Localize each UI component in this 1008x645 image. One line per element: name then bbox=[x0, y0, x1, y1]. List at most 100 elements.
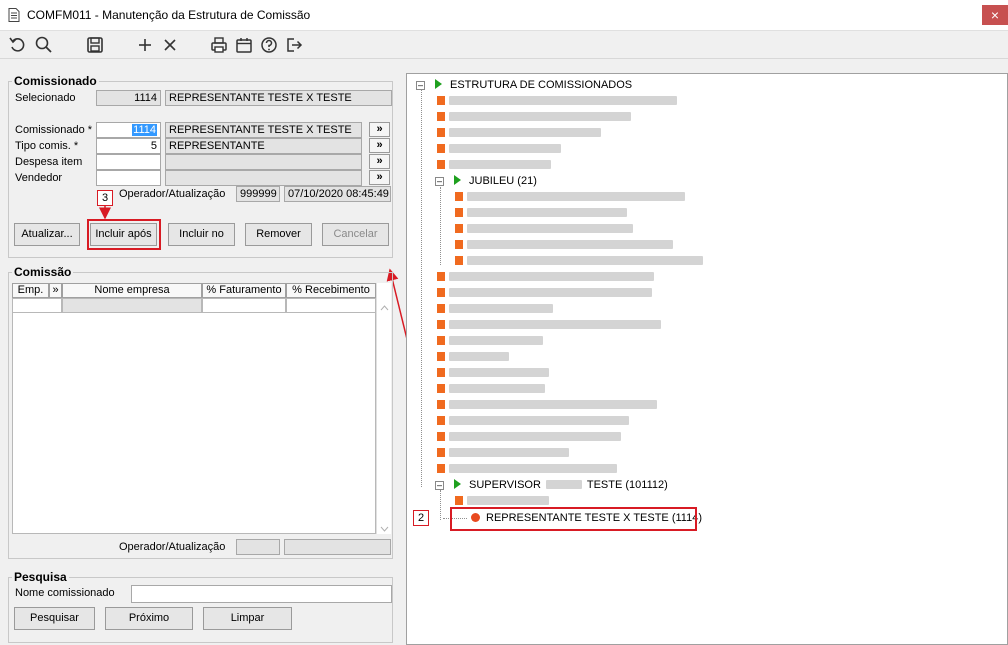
toolbar bbox=[0, 31, 1008, 59]
tipo-comis-lookup-button[interactable]: » bbox=[369, 138, 390, 153]
window-title: COMFM011 - Manutenção da Estrutura de Co… bbox=[27, 8, 311, 22]
tree-node[interactable] bbox=[437, 143, 561, 155]
tree-node[interactable] bbox=[455, 191, 685, 203]
tree-node[interactable] bbox=[437, 431, 621, 443]
tree-node[interactable] bbox=[455, 207, 627, 219]
col-recebimento[interactable]: % Recebimento bbox=[286, 283, 376, 298]
node-icon bbox=[437, 304, 445, 313]
tree-node[interactable] bbox=[437, 351, 509, 363]
close-button[interactable]: × bbox=[982, 5, 1008, 25]
tree-node-supervisor[interactable]: SUPERVISOR TESTE (101112) bbox=[454, 479, 668, 491]
comissao-operador-code bbox=[236, 539, 280, 555]
commission-tree[interactable]: – ESTRUTURA DE COMISSIONADOS – JUBILEU (… bbox=[406, 73, 1008, 645]
comissionado-name: REPRESENTANTE TESTE X TESTE bbox=[165, 122, 362, 138]
node-icon bbox=[455, 256, 463, 265]
undo-icon[interactable] bbox=[8, 35, 28, 55]
tree-node[interactable] bbox=[437, 319, 661, 331]
vendedor-name bbox=[165, 170, 362, 186]
node-icon bbox=[455, 208, 463, 217]
despesa-item-label: Despesa item bbox=[15, 156, 83, 168]
collapse-icon[interactable]: – bbox=[435, 481, 444, 490]
grid-cell-emp[interactable] bbox=[12, 298, 62, 313]
tree-node[interactable] bbox=[437, 447, 569, 459]
node-icon bbox=[437, 352, 445, 361]
tree-node[interactable] bbox=[455, 223, 633, 235]
tipo-comis-input[interactable]: 5 bbox=[96, 138, 161, 154]
comissao-operador-label: Operador/Atualização bbox=[119, 541, 226, 553]
comissionado-group-title: Comissionado bbox=[12, 74, 99, 88]
tree-node[interactable] bbox=[437, 303, 553, 315]
annotation-box-2 bbox=[450, 507, 697, 531]
tree-node[interactable] bbox=[455, 495, 549, 507]
grid-cell-nome bbox=[62, 298, 202, 313]
tree-node[interactable] bbox=[437, 415, 629, 427]
incluir-no-button[interactable]: Incluir no bbox=[168, 223, 235, 246]
proximo-button[interactable]: Próximo bbox=[105, 607, 193, 630]
search-icon[interactable] bbox=[34, 35, 54, 55]
pesquisa-group-title: Pesquisa bbox=[12, 570, 69, 584]
nome-comissionado-input[interactable] bbox=[131, 585, 392, 603]
annotation-badge-3: 3 bbox=[97, 190, 113, 206]
col-emp[interactable]: Emp. bbox=[12, 283, 49, 298]
tree-node[interactable] bbox=[455, 239, 673, 251]
atualizar-button[interactable]: Atualizar... bbox=[14, 223, 80, 246]
comissao-grid-body bbox=[12, 298, 376, 534]
vendedor-lookup-button[interactable]: » bbox=[369, 170, 390, 185]
tree-node-jubileu[interactable]: JUBILEU (21) bbox=[454, 175, 537, 187]
help-icon[interactable] bbox=[259, 35, 279, 55]
tree-node-root[interactable]: ESTRUTURA DE COMISSIONADOS bbox=[435, 79, 632, 91]
grid-scrollbar[interactable] bbox=[376, 283, 391, 534]
col-faturamento[interactable]: % Faturamento bbox=[202, 283, 286, 298]
tree-node[interactable] bbox=[437, 463, 617, 475]
tree-node-supervisor-suffix: TESTE (101112) bbox=[586, 479, 668, 491]
grid-cell-recebimento[interactable] bbox=[286, 298, 376, 313]
tree-node[interactable] bbox=[437, 367, 549, 379]
grid-cell-faturamento[interactable] bbox=[202, 298, 286, 313]
print-icon[interactable] bbox=[209, 35, 229, 55]
exit-icon[interactable] bbox=[284, 35, 304, 55]
comissionado-code-input[interactable]: 1114 bbox=[96, 122, 161, 138]
despesa-item-name bbox=[165, 154, 362, 170]
collapse-icon[interactable]: – bbox=[416, 81, 425, 90]
vendedor-input[interactable] bbox=[96, 170, 161, 186]
tree-node-jubileu-label: JUBILEU (21) bbox=[469, 175, 537, 187]
tree-node[interactable] bbox=[437, 399, 657, 411]
tree-node[interactable] bbox=[437, 287, 652, 299]
despesa-item-lookup-button[interactable]: » bbox=[369, 154, 390, 169]
operador-atualizacao-label: Operador/Atualização bbox=[119, 188, 226, 200]
node-icon bbox=[437, 448, 445, 457]
tipo-comis-name: REPRESENTANTE bbox=[165, 138, 362, 154]
node-icon bbox=[437, 320, 445, 329]
col-lookup[interactable]: » bbox=[49, 283, 62, 298]
tree-node[interactable] bbox=[437, 335, 543, 347]
node-icon bbox=[455, 224, 463, 233]
remover-button[interactable]: Remover bbox=[245, 223, 312, 246]
tree-node[interactable] bbox=[437, 159, 551, 171]
tree-node-supervisor-prefix: SUPERVISOR bbox=[469, 479, 541, 491]
node-icon bbox=[437, 288, 445, 297]
tree-node[interactable] bbox=[437, 95, 677, 107]
node-icon bbox=[455, 496, 463, 505]
node-icon bbox=[437, 416, 445, 425]
tree-node[interactable] bbox=[437, 383, 545, 395]
node-icon bbox=[437, 128, 445, 137]
col-nome-empresa[interactable]: Nome empresa bbox=[62, 283, 202, 298]
tree-node[interactable] bbox=[437, 127, 601, 139]
delete-icon[interactable] bbox=[160, 35, 180, 55]
save-icon[interactable] bbox=[85, 35, 105, 55]
despesa-item-input[interactable] bbox=[96, 154, 161, 170]
tree-node[interactable] bbox=[455, 255, 703, 267]
nome-comissionado-label: Nome comissionado bbox=[15, 587, 115, 599]
node-icon bbox=[437, 160, 445, 169]
tree-node[interactable] bbox=[437, 111, 631, 123]
tree-node[interactable] bbox=[437, 271, 654, 283]
limpar-button[interactable]: Limpar bbox=[203, 607, 292, 630]
collapse-icon[interactable]: – bbox=[435, 177, 444, 186]
calendar-icon[interactable] bbox=[234, 35, 254, 55]
comissionado-lookup-button[interactable]: » bbox=[369, 122, 390, 137]
comissionado-code-value: 1114 bbox=[132, 124, 157, 136]
tipo-comis-label: Tipo comis. * bbox=[15, 140, 79, 152]
add-icon[interactable] bbox=[135, 35, 155, 55]
pesquisar-button[interactable]: Pesquisar bbox=[14, 607, 95, 630]
node-icon bbox=[437, 144, 445, 153]
